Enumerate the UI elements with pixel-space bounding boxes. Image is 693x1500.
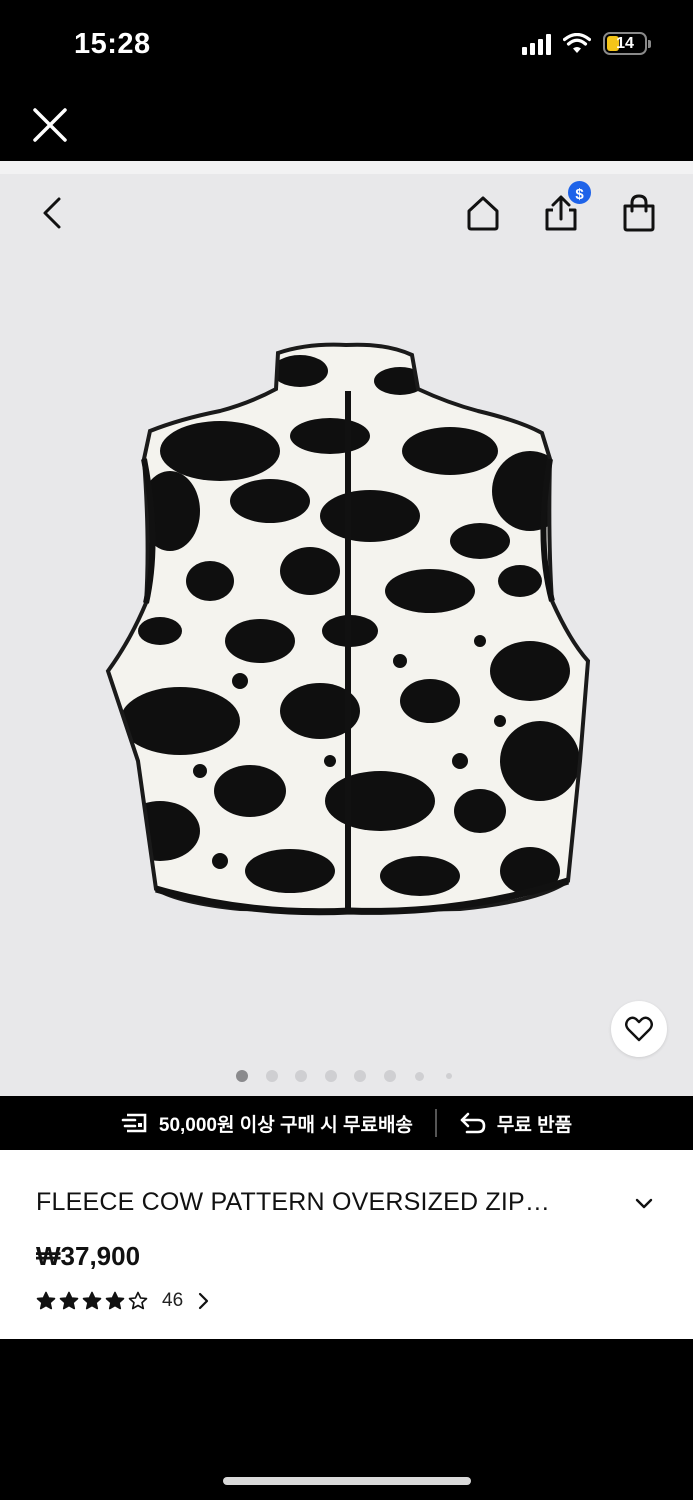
shipping-banner: 50,000원 이상 구매 시 무료배송 무료 반품 (0, 1096, 693, 1150)
chevron-right-icon (199, 1292, 209, 1310)
star-rating (36, 1291, 148, 1311)
pagination-dot[interactable] (236, 1070, 248, 1082)
battery-icon: 14 (603, 32, 651, 55)
product-gallery[interactable]: $ (0, 161, 693, 1096)
status-icons: 14 (522, 32, 651, 55)
pagination-dot[interactable] (324, 1070, 337, 1082)
pagination-dot[interactable] (295, 1070, 307, 1082)
cellular-signal-icon (522, 33, 551, 55)
status-time: 15:28 (74, 28, 151, 60)
banner-divider (434, 1109, 437, 1137)
status-bar: 15:28 14 (0, 0, 693, 95)
pagination-dot[interactable] (414, 1071, 424, 1081)
home-icon (467, 196, 499, 231)
star-filled-icon (36, 1291, 56, 1310)
wishlist-button[interactable] (611, 1001, 667, 1057)
chevron-left-icon (43, 197, 61, 229)
star-empty-icon (128, 1291, 148, 1310)
pagination-dot[interactable] (383, 1070, 396, 1082)
star-filled-icon (82, 1291, 102, 1310)
gallery-pagination (0, 1070, 693, 1084)
home-indicator[interactable] (223, 1477, 471, 1485)
pagination-dot[interactable] (265, 1070, 278, 1082)
free-shipping-text: 50,000원 이상 구매 시 무료배송 (158, 1114, 413, 1136)
chevron-down-icon (635, 1198, 653, 1208)
star-filled-icon (105, 1291, 125, 1310)
cart-button[interactable] (617, 191, 661, 235)
free-shipping-info[interactable]: 50,000원 이상 구매 시 무료배송 (121, 1110, 413, 1137)
app-screen: 15:28 14 $ 50,000원 이상 구매 시 무료배송 무료 반품 FL… (0, 0, 693, 1500)
free-return-text: 무료 반품 (496, 1114, 573, 1136)
free-return-info[interactable]: 무료 반품 (459, 1110, 572, 1137)
battery-level: 14 (616, 34, 634, 52)
product-title-toggle[interactable]: FLEECE COW PATTERN OVERSIZED ZIP… (36, 1188, 656, 1217)
heart-icon (625, 1016, 653, 1042)
product-price: ₩37,900 (36, 1241, 141, 1271)
product-title: FLEECE COW PATTERN OVERSIZED ZIP… (36, 1188, 551, 1216)
product-image[interactable] (100, 341, 595, 926)
home-button[interactable] (461, 191, 505, 235)
rating-reviews-link[interactable]: 46 (36, 1290, 213, 1312)
back-button[interactable] (32, 191, 76, 235)
pagination-dot[interactable] (445, 1073, 452, 1079)
shopping-bag-icon (623, 194, 655, 232)
wifi-icon (563, 32, 591, 53)
review-count: 46 (162, 1290, 184, 1311)
pagination-dot[interactable] (354, 1070, 366, 1082)
close-icon (33, 108, 67, 142)
share-reward-badge: $ (566, 179, 593, 206)
delivery-icon (121, 1113, 147, 1133)
product-info: FLEECE COW PATTERN OVERSIZED ZIP… ₩37,90… (0, 1150, 693, 1339)
top-divider (0, 161, 693, 174)
star-filled-icon (59, 1291, 79, 1310)
close-button[interactable] (30, 105, 70, 145)
webview-header (0, 95, 693, 161)
return-icon (460, 1112, 486, 1134)
